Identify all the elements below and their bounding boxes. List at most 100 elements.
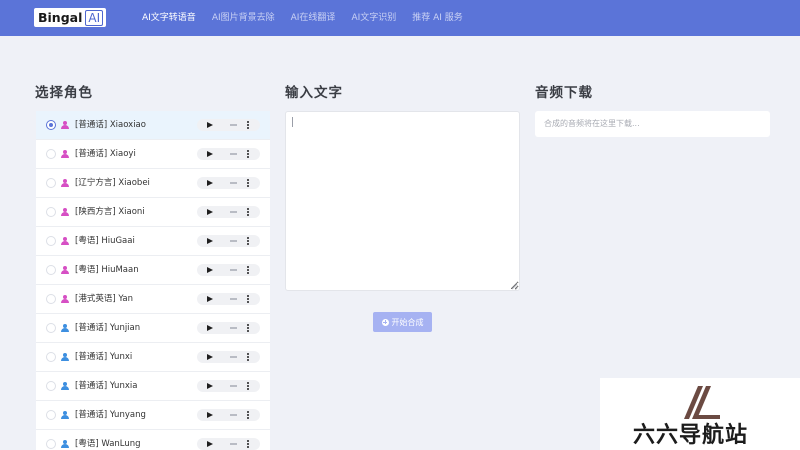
voice-label: [粤语] WanLung: [75, 439, 141, 449]
more-options-icon[interactable]: [247, 179, 249, 187]
female-person-icon: [61, 295, 69, 303]
play-icon[interactable]: [207, 209, 213, 215]
start-synthesis-button[interactable]: 开始合成: [373, 312, 432, 332]
stop-icon[interactable]: [230, 414, 237, 416]
voice-row[interactable]: [港式英语] Yan: [36, 285, 270, 314]
play-icon[interactable]: [207, 383, 213, 389]
voice-radio[interactable]: [46, 149, 56, 159]
play-icon[interactable]: [207, 412, 213, 418]
voice-radio[interactable]: [46, 120, 56, 130]
stop-icon[interactable]: [230, 124, 237, 126]
play-icon[interactable]: [207, 151, 213, 157]
play-icon[interactable]: [207, 296, 213, 302]
more-options-icon[interactable]: [247, 324, 249, 332]
nav-translate[interactable]: AI在线翻译: [291, 0, 336, 36]
voice-row[interactable]: [粤语] HiuGaai: [36, 227, 270, 256]
resize-handle[interactable]: [512, 283, 518, 289]
more-options-icon[interactable]: [247, 382, 249, 390]
watermark-logo-icon: [684, 386, 720, 419]
voice-row[interactable]: [普通话] Yunyang: [36, 401, 270, 430]
download-title: 音频下载: [535, 85, 593, 101]
audio-download-box: 合成的音频将在这里下载...: [535, 111, 770, 137]
voice-radio[interactable]: [46, 236, 56, 246]
more-options-icon[interactable]: [247, 121, 249, 129]
more-options-icon[interactable]: [247, 295, 249, 303]
male-person-icon: [61, 324, 69, 332]
female-person-icon: [61, 150, 69, 158]
voice-controls: [197, 409, 260, 421]
watermark-text: 六六导航站: [633, 423, 749, 448]
play-icon[interactable]: [207, 180, 213, 186]
voice-radio[interactable]: [46, 410, 56, 420]
more-options-icon[interactable]: [247, 266, 249, 274]
voice-radio[interactable]: [46, 294, 56, 304]
logo-badge: AI: [85, 9, 104, 26]
voice-controls: [197, 119, 260, 131]
voice-row[interactable]: [普通话] Xiaoyi: [36, 140, 270, 169]
nav-recommended[interactable]: 推荐 AI 服务: [412, 0, 463, 36]
more-options-icon[interactable]: [247, 440, 249, 448]
voice-label: [陕西方言] Xiaoni: [75, 207, 145, 217]
play-icon[interactable]: [207, 122, 213, 128]
logo-text: Bingal: [38, 10, 83, 25]
voice-radio[interactable]: [46, 265, 56, 275]
voice-controls: [197, 438, 260, 450]
voice-controls: [197, 177, 260, 189]
more-options-icon[interactable]: [247, 150, 249, 158]
logo[interactable]: Bingal AI: [34, 8, 107, 27]
nav-text-to-speech[interactable]: AI文字转语音: [142, 0, 196, 36]
more-options-icon[interactable]: [247, 411, 249, 419]
plus-circle-icon: [381, 318, 389, 326]
voice-label: [辽宁方言] Xiaobei: [75, 178, 150, 188]
voice-radio[interactable]: [46, 323, 56, 333]
stop-icon[interactable]: [230, 385, 237, 387]
voice-label: [普通话] Yunjian: [75, 323, 141, 333]
play-icon[interactable]: [207, 238, 213, 244]
more-options-icon[interactable]: [247, 208, 249, 216]
stop-icon[interactable]: [230, 211, 237, 213]
stop-icon[interactable]: [230, 269, 237, 271]
voice-row[interactable]: [粤语] HiuMaan: [36, 256, 270, 285]
voice-radio[interactable]: [46, 352, 56, 362]
voice-radio[interactable]: [46, 207, 56, 217]
more-options-icon[interactable]: [247, 353, 249, 361]
more-options-icon[interactable]: [247, 237, 249, 245]
play-icon[interactable]: [207, 325, 213, 331]
stop-icon[interactable]: [230, 443, 237, 445]
voice-label: [普通话] Yunyang: [75, 410, 146, 420]
text-input[interactable]: [285, 111, 520, 291]
play-icon[interactable]: [207, 354, 213, 360]
stop-icon[interactable]: [230, 327, 237, 329]
input-title: 输入文字: [285, 85, 343, 101]
text-cursor: [292, 117, 293, 127]
stop-icon[interactable]: [230, 240, 237, 242]
voices-title: 选择角色: [35, 85, 93, 101]
voice-row[interactable]: [辽宁方言] Xiaobei: [36, 169, 270, 198]
stop-icon[interactable]: [230, 153, 237, 155]
male-person-icon: [61, 411, 69, 419]
stop-icon[interactable]: [230, 298, 237, 300]
download-placeholder: 合成的音频将在这里下载...: [544, 119, 640, 128]
voice-row[interactable]: [普通话] Yunxi: [36, 343, 270, 372]
nav-background-removal[interactable]: AI图片背景去除: [212, 0, 275, 36]
stop-icon[interactable]: [230, 356, 237, 358]
voice-row[interactable]: [普通话] Xiaoxiao: [36, 111, 270, 140]
nav-ocr[interactable]: AI文字识别: [351, 0, 396, 36]
voice-controls: [197, 264, 260, 276]
stop-icon[interactable]: [230, 182, 237, 184]
female-person-icon: [61, 237, 69, 245]
play-icon[interactable]: [207, 441, 213, 447]
voice-row[interactable]: [粤语] WanLung: [36, 430, 270, 450]
voice-row[interactable]: [普通话] Yunjian: [36, 314, 270, 343]
voice-label: [普通话] Xiaoyi: [75, 149, 136, 159]
voice-radio[interactable]: [46, 439, 56, 449]
male-person-icon: [61, 353, 69, 361]
voice-row[interactable]: [普通话] Yunxia: [36, 372, 270, 401]
voice-list: [普通话] Xiaoxiao [普通话] Xiaoyi [辽宁方言] Xiaobei…: [36, 111, 270, 450]
play-icon[interactable]: [207, 267, 213, 273]
voice-label: [粤语] HiuGaai: [75, 236, 135, 246]
top-navbar: Bingal AI AI文字转语音 AI图片背景去除 AI在线翻译 AI文字识别…: [0, 0, 800, 36]
voice-radio[interactable]: [46, 178, 56, 188]
voice-radio[interactable]: [46, 381, 56, 391]
voice-row[interactable]: [陕西方言] Xiaoni: [36, 198, 270, 227]
